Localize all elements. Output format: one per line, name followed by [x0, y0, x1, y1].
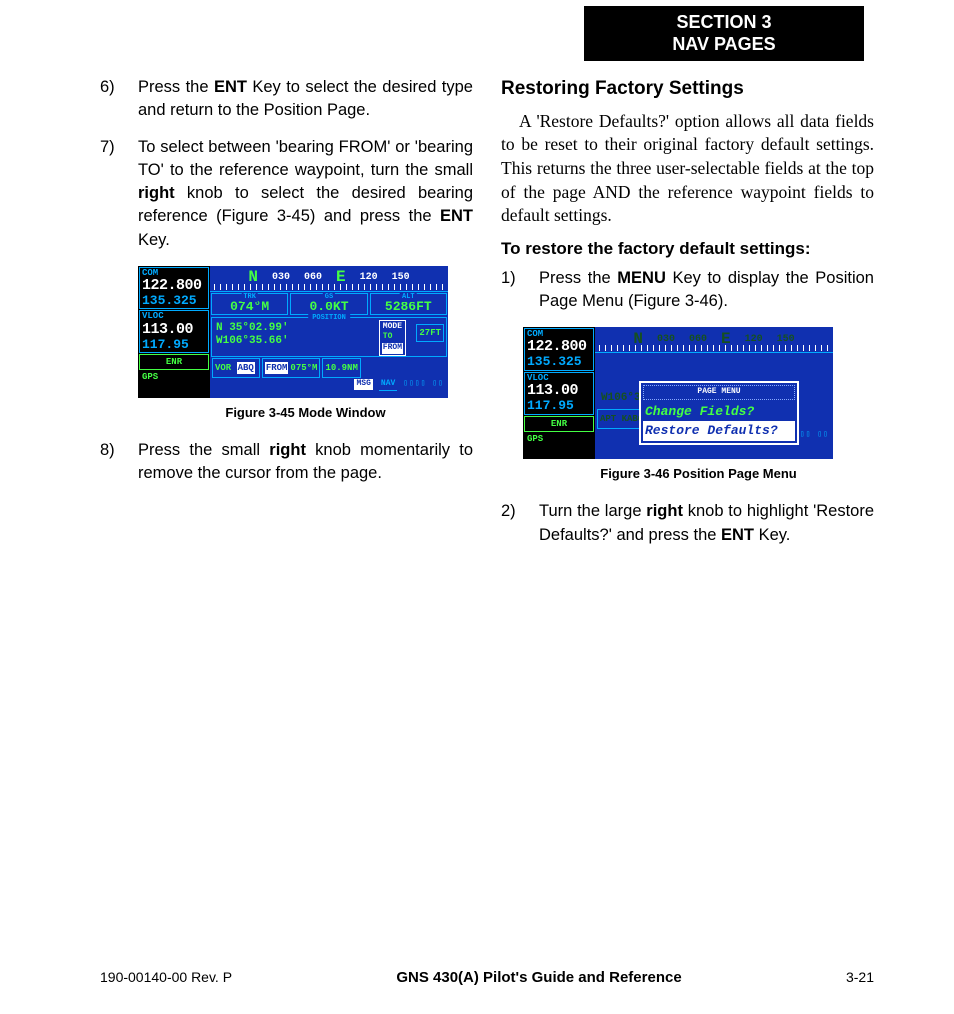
right-column: Restoring Factory Settings A 'Restore De… [501, 76, 874, 561]
gps-side-panel: COM 122.800 135.325 VLOC 113.00 117.95 E… [138, 266, 210, 398]
page-menu-overlay: PAGE MENU Change Fields? Restore Default… [639, 381, 799, 445]
menu-restore-defaults: Restore Defaults? [643, 421, 795, 441]
section-header: SECTION 3 NAV PAGES [584, 6, 864, 61]
footer: 190-00140-00 Rev. P GNS 430(A) Pilot's G… [100, 969, 874, 986]
header-line2: NAV PAGES [624, 34, 824, 56]
gps-main-panel: N 030 060 E 120 150 TRK074°M GS0.0KT ALT… [210, 266, 448, 398]
caption-3-45: Figure 3-45 Mode Window [138, 404, 473, 422]
compass-strip: N 030 060 E 120 150 [210, 266, 448, 292]
footer-left: 190-00140-00 Rev. P [100, 969, 232, 985]
left-column: 6) Press the ENT Key to select the desir… [100, 76, 473, 561]
heading-restoring: Restoring Factory Settings [501, 76, 874, 102]
step-r2: 2) Turn the large right knob to highligh… [501, 500, 874, 546]
figure-3-45: COM 122.800 135.325 VLOC 113.00 117.95 E… [138, 266, 473, 422]
gps-screen-2: COM 122.800 135.325 VLOC 113.00 117.95 E… [523, 327, 833, 459]
footer-center: GNS 430(A) Pilot's Guide and Reference [396, 969, 681, 986]
step-7: 7) To select between 'bearing FROM' or '… [100, 136, 473, 251]
figure-3-46: COM 122.800 135.325 VLOC 113.00 117.95 E… [523, 327, 874, 483]
subheading-restore: To restore the factory default settings: [501, 238, 874, 261]
gps-screen-1: COM 122.800 135.325 VLOC 113.00 117.95 E… [138, 266, 448, 398]
restoring-paragraph: A 'Restore Defaults?' option allows all … [501, 110, 874, 228]
header-line1: SECTION 3 [624, 12, 824, 34]
mode-window: MODE TO FROM [379, 320, 406, 356]
caption-3-46: Figure 3-46 Position Page Menu [523, 465, 874, 483]
footer-right: 3-21 [846, 969, 874, 985]
step-8: 8) Press the small right knob momentaril… [100, 439, 473, 485]
menu-change-fields: Change Fields? [643, 402, 795, 422]
step-6: 6) Press the ENT Key to select the desir… [100, 76, 473, 122]
step-r1: 1) Press the MENU Key to display the Pos… [501, 267, 874, 313]
content: 6) Press the ENT Key to select the desir… [100, 76, 874, 561]
